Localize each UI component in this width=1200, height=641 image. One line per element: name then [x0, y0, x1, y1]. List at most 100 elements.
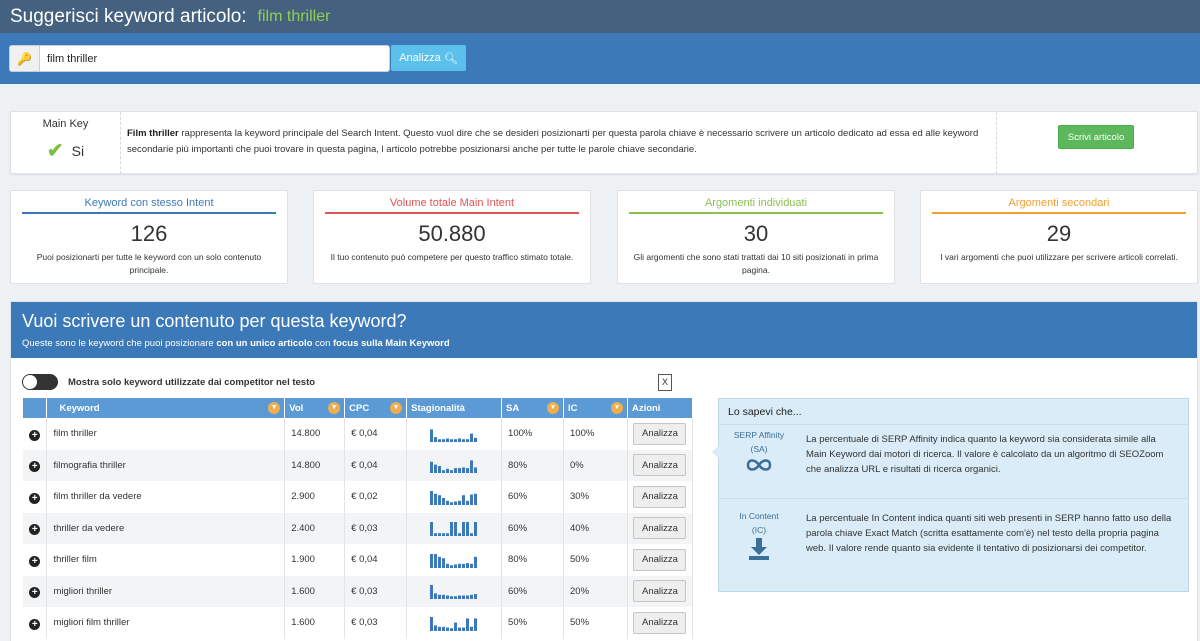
expand-cell: + [23, 418, 48, 450]
table-row: + migliori film thriller 1.600 € 0,03 50% 50%… [23, 607, 694, 639]
header-label: Stagionalità [411, 402, 465, 414]
spark-bar [454, 438, 458, 442]
vol-cell: 2.900 [284, 481, 346, 513]
table-header-row: Keyword ▼ Vol ▼ CPC ▼ Stagionalità SA ▼ IC ▼ … [23, 398, 694, 418]
panel-title: Vuoi scrivere un contenuto per questa ke… [22, 311, 407, 331]
sort-icon[interactable]: ▼ [390, 402, 403, 414]
spark-bar [454, 522, 458, 537]
header-label: Azioni [631, 402, 661, 414]
spark-bar [442, 595, 446, 600]
seasonality-cell [406, 512, 503, 544]
spark-bar [462, 522, 466, 537]
analizza-row-button[interactable]: Analizza [633, 485, 687, 508]
expand-cell: + [23, 607, 48, 639]
header-vol[interactable]: Vol ▼ [284, 398, 346, 418]
spark-bar [462, 467, 466, 474]
spark-bar [446, 533, 450, 537]
actions-cell: Analizza [627, 575, 694, 607]
sort-icon[interactable]: ▼ [268, 402, 281, 414]
sort-icon[interactable]: ▼ [328, 402, 341, 414]
sa-cell: 60% [501, 512, 564, 544]
spark-bar [466, 500, 470, 505]
page-title: Suggerisci keyword articolo: [10, 5, 247, 27]
stat-description: Puoi posizionarti per tutte le keyword c… [36, 252, 262, 275]
infinity-icon [746, 459, 772, 471]
header-label: Keyword [59, 402, 100, 414]
expand-icon[interactable]: + [29, 587, 41, 599]
stat-card-topics: Argomenti individuati 30 Gli argomenti c… [617, 190, 895, 284]
expand-icon[interactable]: + [29, 492, 41, 504]
header-sa[interactable]: SA ▼ [501, 398, 564, 418]
stat-title: Volume totale Main Intent [389, 197, 515, 209]
spark-bar [474, 493, 478, 505]
panel-header: Vuoi scrivere un contenuto per questa ke… [11, 302, 1197, 358]
spark-bar [458, 627, 462, 631]
scrivi-articolo-button[interactable]: Scrivi articolo [1058, 125, 1134, 149]
spark-bar [450, 438, 454, 442]
spark-bar [458, 468, 462, 474]
excel-export-icon[interactable]: X [658, 374, 672, 391]
spark-bar [434, 533, 438, 537]
main-key-label: Main Key [42, 118, 89, 130]
stat-description: Gli argomenti che sono stati trattati da… [633, 252, 879, 275]
search-icon: 🔍︎ [443, 52, 458, 65]
spark-bar [470, 626, 474, 631]
cpc-cell: € 0,03 [344, 607, 408, 639]
spark-bar [442, 533, 446, 537]
keyword-input[interactable] [40, 47, 380, 70]
expand-icon[interactable]: + [29, 524, 41, 536]
analizza-row-button[interactable]: Analizza [633, 422, 687, 445]
sort-icon[interactable]: ▼ [547, 402, 559, 414]
spark-bar [434, 493, 438, 505]
keyword-cell: migliori thriller [46, 575, 286, 607]
spark-bar [450, 522, 454, 537]
analizza-search-label: Analizza [399, 52, 441, 64]
main-key-text: rappresenta la keyword principale del Se… [127, 128, 979, 155]
subtitle-part: con [312, 338, 334, 349]
ic-cell: 20% [563, 575, 628, 607]
sa-abbr: (SA) [750, 444, 768, 454]
header-label: IC [568, 402, 578, 414]
header-expand [23, 398, 48, 418]
competitor-filter: Mostra solo keyword utilizzate dai compe… [22, 374, 315, 390]
header-label: SA [506, 402, 520, 414]
table-row: + thriller film 1.900 € 0,04 80% 50% Analizza [23, 544, 694, 576]
header-cpc[interactable]: CPC ▼ [344, 398, 408, 418]
download-icon [749, 538, 769, 560]
spark-bar [462, 563, 466, 568]
header-label: CPC [349, 402, 370, 414]
expand-icon[interactable]: + [29, 461, 41, 473]
spark-bar [470, 533, 474, 537]
ic-text: La percentuale In Content indica quanti … [806, 513, 1172, 554]
analizza-row-button[interactable]: Analizza [633, 517, 687, 540]
expand-icon[interactable]: + [29, 555, 41, 567]
analizza-row-button[interactable]: Analizza [633, 580, 687, 603]
sa-cell: 60% [501, 481, 564, 513]
sa-cell: 80% [501, 449, 564, 481]
actions-cell: Analizza [627, 512, 694, 544]
expand-icon[interactable]: + [29, 618, 41, 630]
expand-cell: + [23, 481, 48, 513]
spark-bar [470, 433, 474, 442]
main-key-box: Main Key ✔ Si [11, 112, 121, 174]
spark-bar [430, 490, 434, 505]
header-ic[interactable]: IC ▼ [563, 398, 628, 418]
spark-bar [466, 438, 470, 442]
analizza-search-button[interactable]: Analizza 🔍︎ [391, 45, 466, 71]
stat-value: 30 [743, 221, 769, 246]
stat-value: 126 [130, 221, 168, 246]
analizza-row-button[interactable]: Analizza [633, 611, 687, 634]
sort-icon[interactable]: ▼ [610, 402, 623, 414]
analizza-row-button[interactable]: Analizza [633, 548, 687, 571]
actions-cell: Analizza [627, 544, 694, 576]
competitor-toggle[interactable] [22, 374, 58, 390]
spark-bar [438, 556, 442, 568]
ic-abbr: (IC) [751, 525, 767, 535]
main-key-keyword: Film thriller [127, 128, 179, 139]
spark-bar [442, 470, 446, 474]
header-keyword[interactable]: Keyword ▼ [46, 398, 286, 418]
analizza-row-button[interactable]: Analizza [633, 454, 687, 477]
expand-icon[interactable]: + [29, 429, 41, 441]
vol-cell: 2.400 [284, 512, 346, 544]
spark-bar [470, 595, 474, 600]
